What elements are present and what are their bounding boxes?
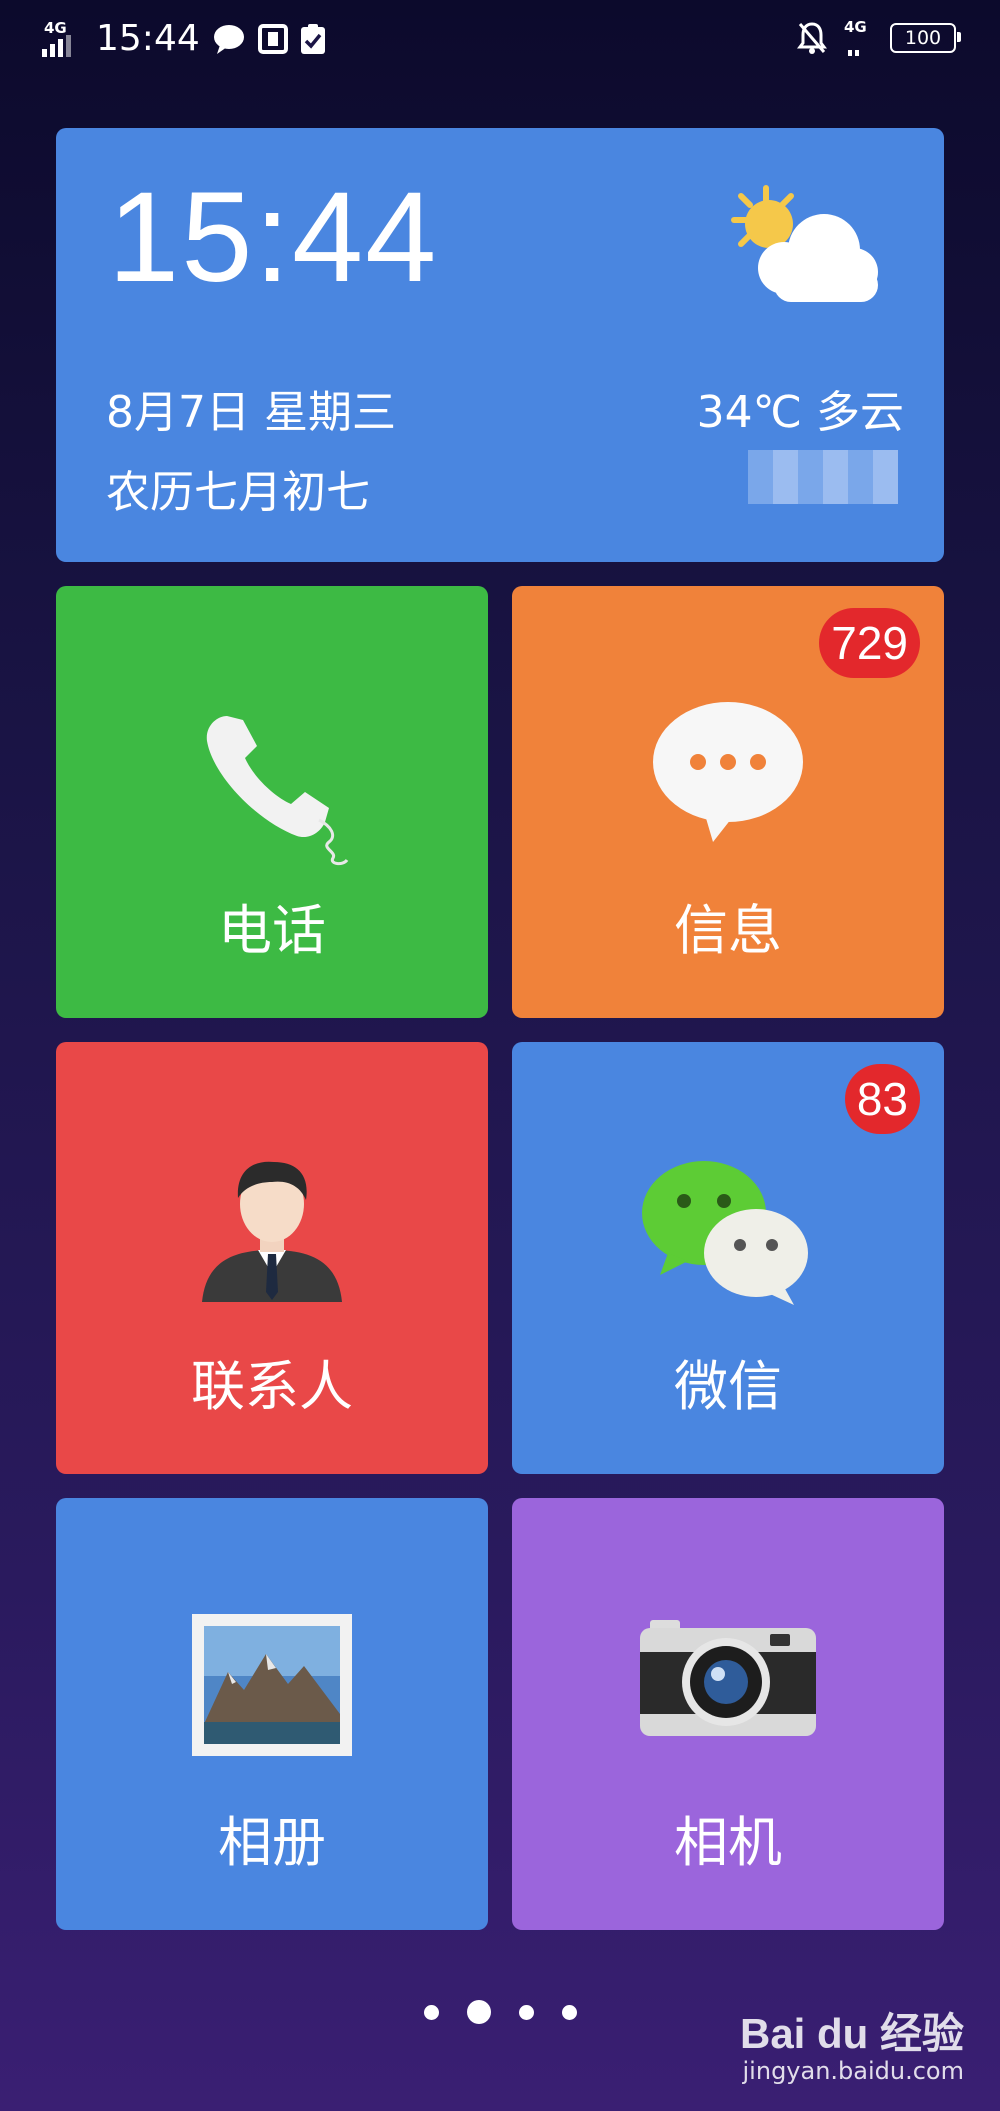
widget-time: 15:44 (108, 166, 439, 309)
mobile-data-icon: 4G (842, 18, 876, 58)
phone-handset-icon (206, 716, 349, 866)
gallery-label: 相册 (218, 1811, 326, 1874)
camera-app-tile[interactable]: 相机 (512, 1498, 944, 1930)
camera-label: 相机 (674, 1811, 782, 1874)
partly-cloudy-icon (731, 185, 878, 302)
photo-album-icon (192, 1614, 352, 1756)
bell-off-icon (797, 22, 827, 54)
battery-level: 100 (904, 27, 942, 49)
contacts-app-tile[interactable]: 联系人 (56, 1042, 488, 1474)
baidu-jingyan-watermark: Bai du 经验 jingyan.baidu.com (740, 2000, 964, 2085)
clock-weather-widget[interactable]: 15:44 8月7日 星期三 农历七月初七 34℃ 多云 (56, 128, 944, 562)
page-dot-3[interactable] (518, 2004, 534, 2020)
wechat-icon (642, 1161, 808, 1305)
page-dot-1[interactable] (423, 2004, 439, 2020)
chat-bubble-icon (653, 702, 803, 842)
status-right: 4G 100 (796, 18, 961, 58)
contacts-label: 联系人 (191, 1355, 353, 1418)
status-bar: 4G 15:44 4G 100 (0, 0, 1000, 80)
wechat-badge: 83 (844, 1064, 920, 1134)
network-type-label-right: 4G (844, 18, 867, 36)
messages-app-tile[interactable]: 729 信息 (512, 586, 944, 1018)
blurred-location (748, 450, 898, 504)
status-time: 15:44 (96, 18, 200, 59)
messages-label: 信息 (674, 899, 782, 962)
widget-date: 8月7日 星期三 (106, 387, 396, 438)
person-avatar-icon (202, 1161, 342, 1302)
phone-app-tile[interactable]: 电话 (56, 586, 488, 1018)
watermark-logo: Bai du 经验 (739, 2010, 964, 2057)
page-dot-4[interactable] (561, 2004, 577, 2020)
signal-icon: 4G (42, 19, 76, 59)
camera-icon (640, 1620, 816, 1736)
clipboard-check-icon (300, 23, 325, 54)
messages-badge: 729 (819, 608, 920, 678)
watermark-url: jingyan.baidu.com (742, 2057, 964, 2085)
battery-icon: 100 (890, 23, 961, 53)
widget-weather: 34℃ 多云 (696, 387, 904, 438)
sim-card-notification-icon (257, 23, 288, 54)
gallery-app-tile[interactable]: 相册 (56, 1498, 488, 1930)
chat-notification-icon (213, 24, 244, 54)
status-left: 4G 15:44 (42, 18, 326, 59)
page-dot-2-active[interactable] (466, 2000, 491, 2024)
wechat-app-tile[interactable]: 83 微信 (512, 1042, 944, 1474)
wechat-label: 微信 (674, 1355, 782, 1418)
phone-label: 电话 (218, 899, 326, 962)
widget-lunar-date: 农历七月初七 (106, 467, 370, 518)
